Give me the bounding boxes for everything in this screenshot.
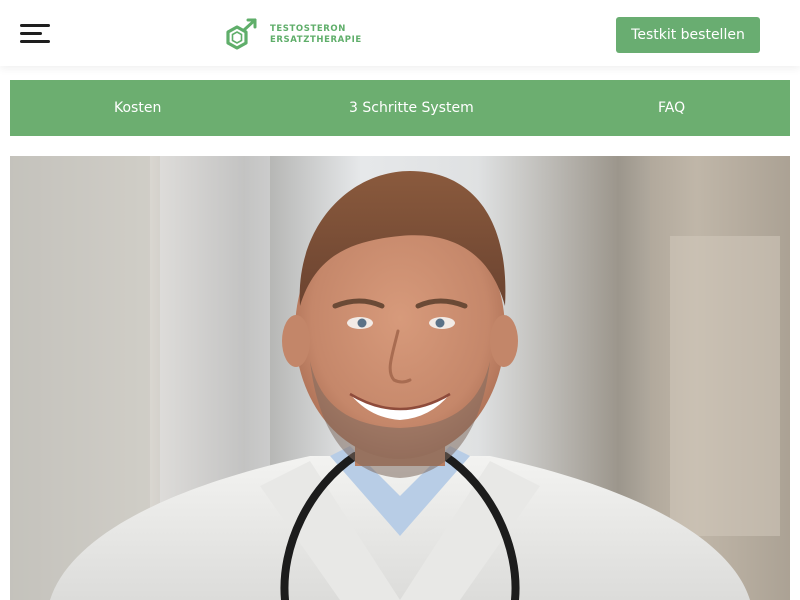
hero-image — [10, 156, 790, 600]
site-header: TESTOSTERON ERSATZTHERAPIE Testkit beste… — [0, 0, 800, 66]
main-nav: Kosten 3 Schritte System FAQ — [10, 80, 790, 136]
nav-item-3-schritte-system[interactable]: 3 Schritte System — [349, 80, 474, 136]
nav-item-kosten[interactable]: Kosten — [114, 80, 161, 136]
logo-line-2: ERSATZTHERAPIE — [270, 35, 362, 45]
logo-line-1: TESTOSTERON — [270, 24, 346, 34]
nav-item-faq[interactable]: FAQ — [658, 80, 685, 136]
smiling-male-doctor-photo — [10, 156, 790, 600]
order-testkit-button[interactable]: Testkit bestellen — [616, 17, 760, 53]
hamburger-menu-icon[interactable] — [20, 24, 52, 48]
logo-wordmark: TESTOSTERON ERSATZTHERAPIE — [270, 24, 362, 46]
site-logo[interactable]: TESTOSTERON ERSATZTHERAPIE — [224, 17, 362, 53]
male-symbol-hexagon-icon — [226, 18, 257, 50]
